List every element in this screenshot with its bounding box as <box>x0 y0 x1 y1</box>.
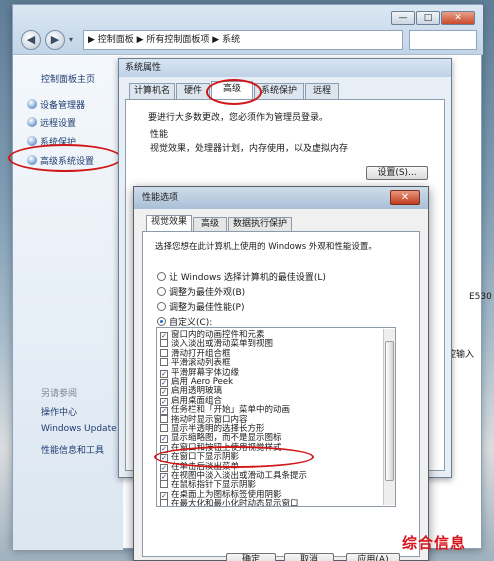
forward-arrow-icon[interactable]: ▶ <box>45 30 65 50</box>
tab-computer-name[interactable]: 计算机名 <box>129 83 175 99</box>
apply-button[interactable]: 应用(A) <box>346 553 400 561</box>
radio-let-windows-choose[interactable]: 让 Windows 选择计算机的最佳设置(L) <box>157 270 326 283</box>
see-also-heading: 另请参阅 <box>41 389 78 399</box>
tab-visual-effects[interactable]: 视觉效果 <box>146 215 192 232</box>
highlight-ring <box>206 79 262 105</box>
performance-description: 视觉效果，处理器计划，内存使用，以及虚拟内存 <box>150 144 349 154</box>
minimize-button[interactable]: — <box>391 11 415 25</box>
checkbox[interactable] <box>160 480 168 489</box>
scrollbar-thumb[interactable] <box>385 341 394 481</box>
visual-effect-option[interactable]: 在最大化和最小化时动态显示窗口 <box>160 499 299 507</box>
close-button[interactable]: ✕ <box>441 11 475 25</box>
address-bar[interactable]: ▶ 控制面板 ▶ 所有控制面板项 ▶ 系统 <box>83 30 403 50</box>
remote-settings-label: 远程设置 <box>40 119 77 129</box>
highlight-ring <box>154 446 314 468</box>
ok-button[interactable]: 确定 <box>226 553 276 561</box>
tab-hardware[interactable]: 硬件 <box>176 83 210 99</box>
shield-icon <box>27 117 37 127</box>
tab-remote[interactable]: 远程 <box>305 83 339 99</box>
remote-settings-link[interactable]: 远程设置 <box>27 116 76 129</box>
dialog-title: 系统属性 <box>119 59 451 77</box>
radio-button <box>157 317 166 326</box>
shield-icon <box>27 136 37 146</box>
tab-advanced[interactable]: 高级 <box>193 217 227 232</box>
device-manager-link[interactable]: 设备管理器 <box>27 98 85 111</box>
radio-best-appearance[interactable]: 调整为最佳外观(B) <box>157 285 245 298</box>
radio-button <box>157 272 166 281</box>
cancel-button[interactable]: 取消 <box>284 553 334 561</box>
system-info-fragment: E530 <box>469 292 492 302</box>
checkbox[interactable] <box>160 499 168 506</box>
close-icon[interactable]: ✕ <box>390 190 420 205</box>
radio-label: 调整为最佳性能(P) <box>169 303 245 313</box>
checkbox[interactable] <box>160 348 168 357</box>
option-label: 在最大化和最小化时动态显示窗口 <box>171 499 299 507</box>
admin-note: 要进行大多数更改，您必须作为管理员登录。 <box>148 113 329 123</box>
visual-effects-list: ✓ 窗口内的动画控件和元素 淡入淡出或滑动菜单到视图 滑动打开组合框 平滑滚动列表框 ✓ 平… <box>156 327 396 507</box>
back-arrow-icon[interactable]: ◀ <box>21 30 41 50</box>
left-task-pane: 控制面板主页 设备管理器 远程设置 系统保护 高级系统设置 另请参阅 操作中心 … <box>13 56 123 550</box>
radio-button <box>157 302 166 311</box>
checkbox[interactable] <box>160 414 168 423</box>
radio-label: 调整为最佳外观(B) <box>169 288 246 298</box>
shield-icon <box>27 99 37 109</box>
radio-label: 让 Windows 选择计算机的最佳设置(L) <box>169 273 326 283</box>
control-panel-home-link[interactable]: 控制面板主页 <box>41 72 95 85</box>
intro-text: 选择您想在此计算机上使用的 Windows 外观和性能设置。 <box>155 242 377 252</box>
list-scrollbar[interactable] <box>383 329 395 505</box>
checkbox[interactable] <box>160 424 168 432</box>
watermark-text: 综合信息 <box>402 534 467 552</box>
search-input[interactable] <box>409 30 477 50</box>
performance-info-link[interactable]: 性能信息和工具 <box>41 443 104 456</box>
performance-heading: 性能 <box>150 130 169 140</box>
dialog-title: 性能选项 <box>134 187 428 209</box>
radio-best-performance[interactable]: 调整为最佳性能(P) <box>157 300 244 313</box>
maximize-button[interactable]: □ <box>416 11 440 25</box>
tab-data-execution-prevention[interactable]: 数据执行保护 <box>228 217 292 232</box>
windows-update-link[interactable]: Windows Update <box>41 424 117 434</box>
checkbox[interactable] <box>160 358 168 367</box>
history-dropdown-icon[interactable]: ▾ <box>69 35 73 44</box>
performance-settings-button[interactable]: 设置(S)... <box>366 166 428 180</box>
action-center-link[interactable]: 操作中心 <box>41 405 77 418</box>
checkbox[interactable] <box>160 339 168 348</box>
radio-button <box>157 287 166 296</box>
explorer-toolbar: — □ ✕ ◀ ▶ ▾ ▶ 控制面板 ▶ 所有控制面板项 ▶ 系统 <box>13 5 483 55</box>
highlight-ring <box>8 144 122 172</box>
device-manager-label: 设备管理器 <box>40 101 86 111</box>
performance-options-dialog: 性能选项 ✕ 视觉效果 高级 数据执行保护 选择您想在此计算机上使用的 Wind… <box>133 186 429 561</box>
